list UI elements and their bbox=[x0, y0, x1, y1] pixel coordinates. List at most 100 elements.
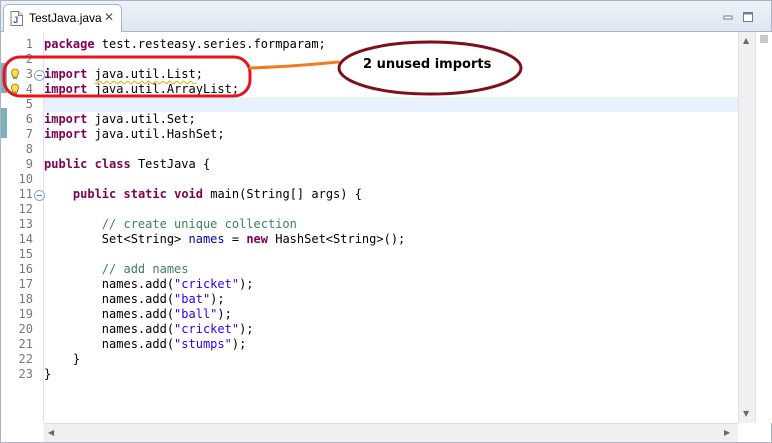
scroll-up-icon[interactable]: ▲ bbox=[743, 36, 749, 46]
line-number: 12 bbox=[18, 202, 33, 216]
code-token: ; bbox=[195, 67, 203, 81]
code-token: main(String[] args) { bbox=[203, 187, 362, 201]
code-token: static bbox=[123, 187, 167, 201]
code-token: "stumps" bbox=[174, 337, 232, 351]
code-token: TestJava { bbox=[130, 157, 211, 171]
code-token: ); bbox=[239, 277, 254, 291]
code-token: java.util.List bbox=[94, 67, 196, 81]
code-line[interactable] bbox=[44, 202, 738, 217]
warning-lightbulb-icon[interactable] bbox=[9, 83, 21, 95]
code-token: class bbox=[94, 157, 131, 171]
scroll-left-icon[interactable]: ◀ bbox=[48, 428, 54, 438]
code-token: HashSet<String>(); bbox=[268, 232, 406, 246]
code-line[interactable] bbox=[44, 247, 738, 262]
line-number: 7 bbox=[25, 127, 33, 141]
code-line[interactable]: import java.util.Set; bbox=[44, 112, 738, 127]
horizontal-scrollbar[interactable]: ◀ ▶ bbox=[44, 423, 738, 442]
overview-status-icon bbox=[760, 35, 768, 43]
code-editor[interactable]: 1 2 3 4 5 6 7 8 9 10 11 12 13 14 15 16 17 18 19 20 21 22 23 pa… bbox=[1, 32, 772, 423]
code-line[interactable]: import java.util.ArrayList; bbox=[44, 82, 738, 97]
code-line[interactable]: } bbox=[44, 367, 738, 382]
maximize-icon[interactable] bbox=[741, 10, 755, 24]
code-token: names bbox=[188, 232, 225, 246]
line-number: 11 bbox=[18, 187, 33, 201]
code-line[interactable]: public static void main(String[] args) { bbox=[44, 187, 738, 202]
code-text-area[interactable]: package test.resteasy.series.formparam; i… bbox=[44, 32, 738, 423]
line-number: 17 bbox=[18, 277, 33, 291]
code-token: "cricket" bbox=[174, 277, 240, 291]
code-token: ); bbox=[217, 307, 232, 321]
code-token: package bbox=[44, 37, 95, 51]
code-token: // add names bbox=[101, 262, 189, 276]
code-line[interactable]: public class TestJava { bbox=[44, 157, 738, 172]
line-number: 9 bbox=[25, 157, 33, 171]
code-line[interactable]: // create unique collection bbox=[44, 217, 738, 232]
code-token: java.util.ArrayList bbox=[94, 82, 232, 96]
code-token: void bbox=[174, 187, 203, 201]
minimize-icon[interactable] bbox=[721, 10, 735, 24]
line-number: 15 bbox=[18, 247, 33, 261]
code-token: } bbox=[44, 352, 81, 366]
line-number: 20 bbox=[18, 322, 33, 336]
code-token: test.resteasy.series.formparam; bbox=[94, 37, 326, 51]
code-line[interactable] bbox=[44, 172, 738, 187]
close-icon[interactable]: ✕ bbox=[104, 10, 114, 24]
code-token: ); bbox=[239, 322, 254, 336]
code-token: names.add( bbox=[44, 322, 175, 336]
line-number: 6 bbox=[25, 112, 33, 126]
code-token: = bbox=[224, 232, 247, 246]
line-number: 8 bbox=[25, 142, 33, 156]
code-line[interactable] bbox=[44, 142, 738, 157]
code-token: Set<String> bbox=[44, 232, 189, 246]
code-line[interactable]: package test.resteasy.series.formparam; bbox=[44, 37, 738, 52]
line-number: 16 bbox=[18, 262, 33, 276]
tab-title: TestJava.java bbox=[29, 11, 102, 25]
scroll-down-icon[interactable]: ▼ bbox=[743, 409, 749, 419]
line-number-gutter[interactable]: 1 2 3 4 5 6 7 8 9 10 11 12 13 14 15 16 17 18 19 20 21 22 23 bbox=[7, 32, 45, 423]
java-file-icon: J bbox=[10, 11, 23, 26]
code-line[interactable]: Set<String> names = new HashSet<String>(… bbox=[44, 232, 738, 247]
code-token: import bbox=[44, 67, 88, 81]
code-line[interactable]: // add names bbox=[44, 262, 738, 277]
code-line[interactable]: import java.util.HashSet; bbox=[44, 127, 738, 142]
code-token: "ball" bbox=[174, 307, 218, 321]
code-line[interactable] bbox=[44, 97, 738, 112]
code-token: ); bbox=[210, 292, 225, 306]
code-line[interactable]: names.add("stumps"); bbox=[44, 337, 738, 352]
code-token: names.add( bbox=[44, 292, 175, 306]
code-line[interactable]: names.add("cricket"); bbox=[44, 322, 738, 337]
code-token: } bbox=[44, 367, 52, 381]
code-line[interactable]: names.add("ball"); bbox=[44, 307, 738, 322]
svg-text:J: J bbox=[13, 15, 18, 25]
code-token: names.add( bbox=[44, 307, 175, 321]
warning-lightbulb-icon[interactable] bbox=[9, 68, 21, 80]
code-token: import bbox=[44, 112, 88, 126]
code-token: public bbox=[72, 187, 117, 201]
tab-testjava[interactable]: J TestJava.java ✕ bbox=[3, 4, 122, 32]
line-number: 18 bbox=[18, 292, 33, 306]
line-number: 23 bbox=[18, 367, 33, 381]
vertical-scrollbar[interactable]: ▲ ▼ bbox=[738, 32, 756, 423]
code-token: java.util.Set; bbox=[87, 112, 196, 126]
code-token: java.util.HashSet; bbox=[87, 127, 225, 141]
line-number: 2 bbox=[25, 52, 33, 66]
scroll-right-icon[interactable]: ▶ bbox=[724, 428, 730, 438]
line-number: 22 bbox=[18, 352, 33, 366]
code-token: "cricket" bbox=[174, 322, 240, 336]
code-line[interactable]: names.add("cricket"); bbox=[44, 277, 738, 292]
line-number: 14 bbox=[18, 232, 33, 246]
code-token: // create unique collection bbox=[101, 217, 297, 231]
code-token: import bbox=[44, 127, 88, 141]
code-line[interactable]: } bbox=[44, 352, 738, 367]
overview-ruler[interactable] bbox=[755, 32, 772, 423]
code-token: names.add( bbox=[44, 337, 175, 351]
code-line[interactable]: names.add("bat"); bbox=[44, 292, 738, 307]
code-token: "bat" bbox=[174, 292, 211, 306]
line-number: 1 bbox=[25, 37, 33, 51]
